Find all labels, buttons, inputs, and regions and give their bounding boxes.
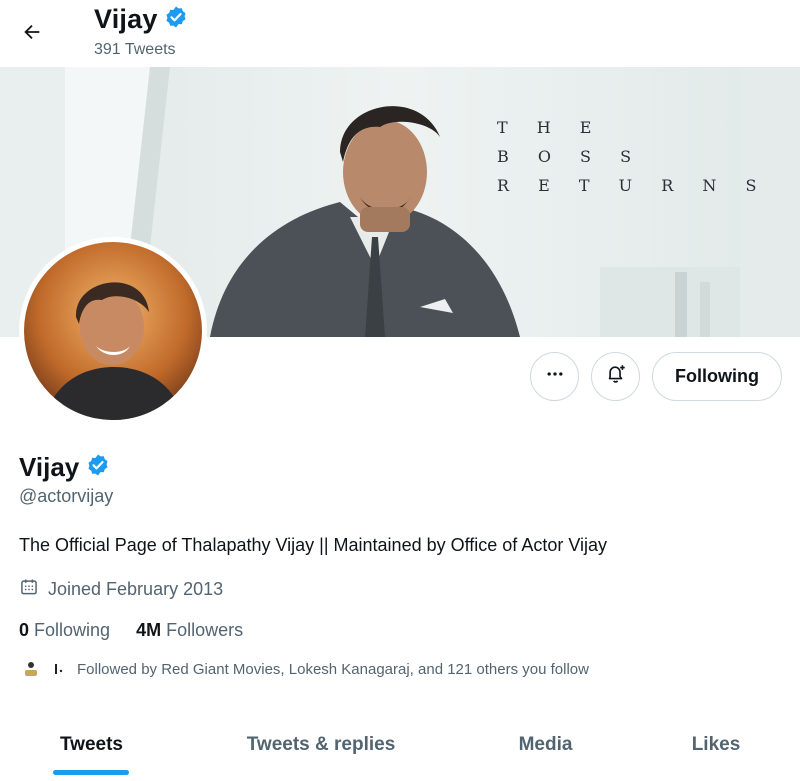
profile-name-row: Vijay [19,452,110,483]
tab-label: Media [518,734,573,755]
followers-count-link[interactable]: 4M Followers [136,620,243,641]
tab-label: Likes [691,734,741,755]
profile-name: Vijay [19,452,80,482]
banner-tagline-line: B O S S [497,147,644,166]
bell-plus-icon [605,363,627,390]
tweet-count: 391 Tweets [94,41,176,58]
tab-tweets[interactable]: Tweets [0,715,183,775]
more-dots-icon [545,364,565,389]
top-bar: Vijay 391 Tweets [0,0,800,67]
header-title: Vijay [94,4,188,35]
joined-text: Joined February 2013 [48,579,224,599]
tab-media[interactable]: Media [459,715,632,775]
banner-tagline-line: R E T U R N S [497,176,769,195]
followers-count: 4M [136,620,162,640]
follower-avatars [19,657,69,681]
verified-badge-icon [164,5,188,34]
verified-badge-icon[interactable] [86,453,110,482]
follower-avatar [45,657,69,681]
followed-by-row[interactable]: Followed by Red Giant Movies, Lokesh Kan… [19,657,589,681]
notifications-button[interactable] [591,352,641,401]
following-count: 0 [19,620,30,640]
followed-by-text: Followed by Red Giant Movies, Lokesh Kan… [77,660,589,678]
following-count-link[interactable]: 0 Following [19,620,110,641]
active-tab-indicator [53,770,129,775]
banner-tagline: T H E B O S S R E T U R N S [497,113,768,200]
header-name: Vijay [94,4,158,34]
tab-label: Tweets & replies [246,734,396,755]
profile-bio: The Official Page of Thalapathy Vijay ||… [19,535,608,555]
followers-label: Followers [166,620,244,640]
follower-avatar [19,657,43,681]
tab-label: Tweets [59,734,123,755]
following-label: Following [34,620,111,640]
avatar[interactable] [19,237,207,425]
calendar-icon [19,577,39,602]
avatar-image [24,242,202,420]
tab-likes[interactable]: Likes [632,715,800,775]
profile-tabs: Tweets Tweets & replies Media Likes [0,715,800,781]
profile-handle: @actorvijay [19,486,114,506]
following-button[interactable]: Following [652,352,782,401]
follow-counts: 0 Following 4M Followers [19,620,243,641]
back-arrow-icon[interactable] [14,14,50,50]
tab-tweets-replies[interactable]: Tweets & replies [183,715,459,775]
banner-tagline-line: T H E [497,118,604,137]
joined-date: Joined February 2013 [19,577,223,602]
more-button[interactable] [530,352,580,401]
profile-actions: Following [530,352,782,401]
